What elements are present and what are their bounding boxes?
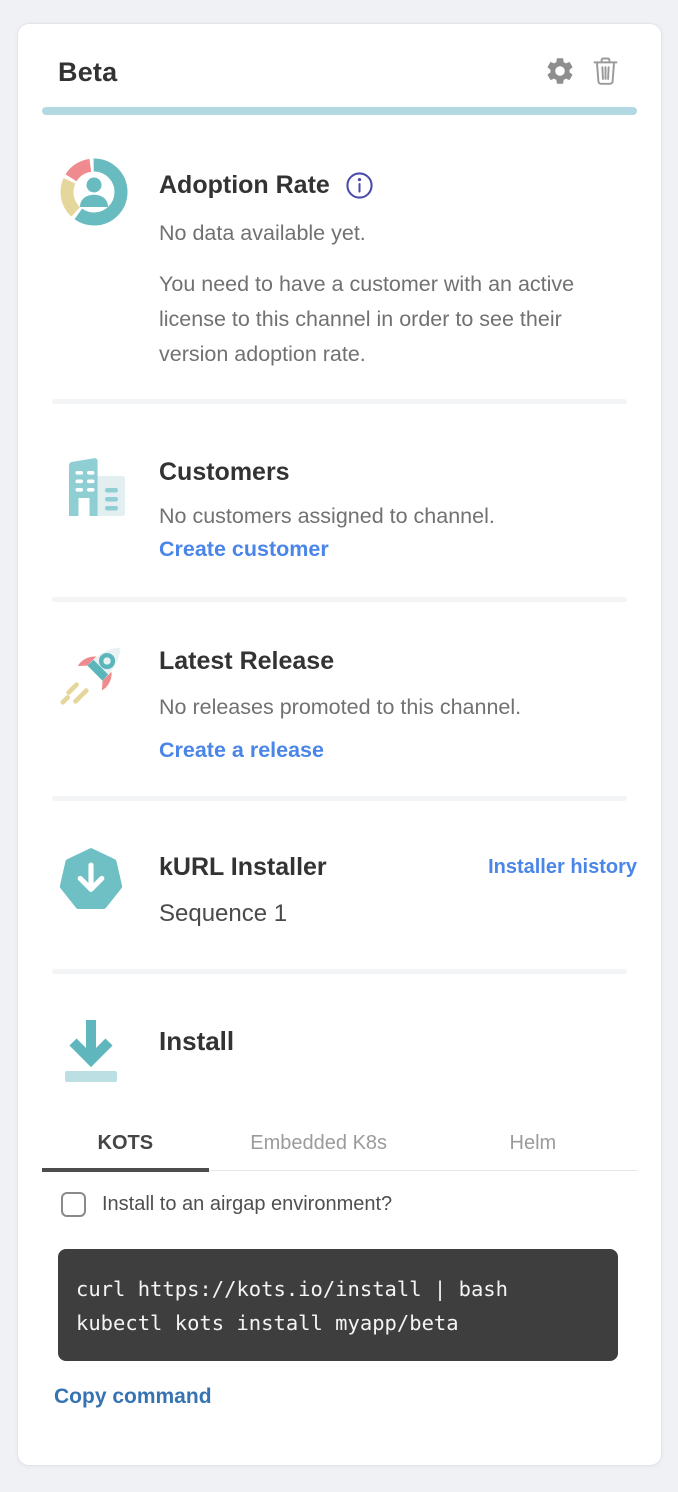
channel-title: Beta <box>58 57 117 88</box>
download-arrow-icon <box>54 1075 128 1092</box>
channel-card: Beta <box>17 23 662 1466</box>
section-customers: Customers No customers assigned to chann… <box>42 450 637 597</box>
install-icon-column <box>42 1012 134 1093</box>
adoption-rate-status: No data available yet. <box>159 216 637 250</box>
section-latest-release: Latest Release No releases promoted to t… <box>42 632 637 796</box>
gear-icon <box>544 55 576 90</box>
installer-history-link[interactable]: Installer history <box>488 856 637 879</box>
section-install: Install <box>42 1012 637 1093</box>
latest-release-title: Latest Release <box>159 645 637 677</box>
channel-accent-bar <box>42 107 637 115</box>
copy-command-link[interactable]: Copy command <box>54 1385 212 1409</box>
info-circle-icon[interactable] <box>345 171 374 200</box>
install-command-code-block: curl https://kots.io/install | bashkubec… <box>58 1249 618 1361</box>
kurl-installer-title: kURL Installer <box>159 851 327 883</box>
section-divider <box>52 969 627 974</box>
customers-status: No customers assigned to channel. <box>159 499 637 533</box>
create-customer-link[interactable]: Create customer <box>159 537 329 562</box>
create-release-link[interactable]: Create a release <box>159 738 324 763</box>
install-tab-bar: KOTS Embedded K8s Helm <box>42 1122 637 1171</box>
header-actions <box>544 54 621 90</box>
adoption-donut-person-icon <box>54 219 134 236</box>
customers-icon-column <box>42 450 134 562</box>
buildings-icon <box>54 513 134 530</box>
card-header: Beta <box>58 54 621 90</box>
kurl-icon-column <box>42 842 134 930</box>
trash-icon <box>590 54 621 90</box>
section-adoption-rate: Adoption Rate No data available yet. You… <box>42 152 637 399</box>
airgap-checkbox[interactable] <box>61 1192 86 1217</box>
install-title: Install <box>159 1025 637 1057</box>
section-divider <box>52 597 627 602</box>
customers-title: Customers <box>159 456 637 488</box>
code-line-curl: curl https://kots.io/install | bash <box>76 1272 600 1306</box>
section-divider <box>52 796 627 801</box>
adoption-rate-title: Adoption Rate <box>159 169 330 201</box>
section-kurl-installer: kURL Installer Installer history Sequenc… <box>42 842 637 969</box>
code-line-kubectl: kubectl kots install myapp/beta <box>76 1306 600 1340</box>
tab-helm[interactable]: Helm <box>429 1122 637 1170</box>
tab-embedded-k8s[interactable]: Embedded K8s <box>209 1122 429 1170</box>
section-divider <box>52 399 627 404</box>
kurl-sequence: Sequence 1 <box>159 898 637 930</box>
adoption-rate-icon-column <box>42 152 134 372</box>
adoption-rate-description: You need to have a customer with an acti… <box>159 267 599 372</box>
airgap-label: Install to an airgap environment? <box>102 1193 392 1216</box>
airgap-row: Install to an airgap environment? <box>61 1192 637 1217</box>
tab-kots[interactable]: KOTS <box>42 1122 209 1172</box>
delete-channel-button[interactable] <box>590 54 621 90</box>
heptagon-download-icon <box>54 905 128 922</box>
latest-release-status: No releases promoted to this channel. <box>159 690 637 724</box>
channel-settings-button[interactable] <box>544 55 576 90</box>
latest-release-icon-column <box>42 632 134 763</box>
rocket-icon <box>54 703 138 720</box>
